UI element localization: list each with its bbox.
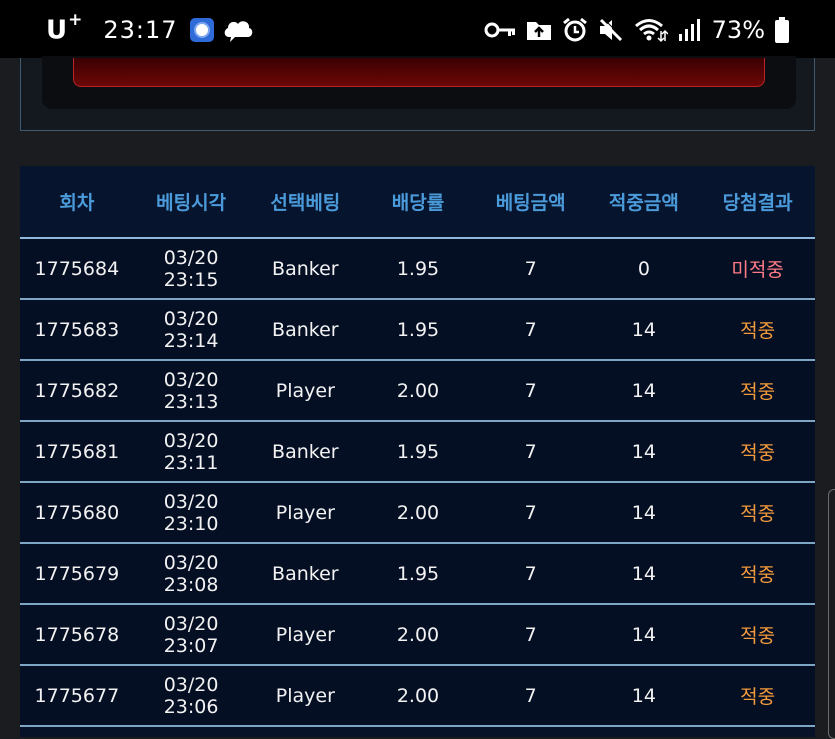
cell-result: 적중 [700, 360, 815, 422]
cell-win-amount: 14 [587, 665, 701, 727]
carrier-label: U+ [46, 10, 84, 46]
cell-bet-time: 03/20 23:07 [133, 604, 249, 666]
table-row: 1775682 03/20 23:13 Player 2.00 7 14 적중 [20, 360, 815, 422]
red-action-button[interactable] [73, 58, 765, 87]
header-result: 당첨결과 [700, 166, 815, 239]
cell-result: 미적중 [700, 238, 815, 300]
cell-odds: 1.95 [362, 543, 474, 605]
status-bar: U+ 23:17 73% [0, 0, 835, 58]
cell-round: 1775679 [20, 543, 134, 605]
table-row: 1775681 03/20 23:11 Banker 1.95 7 14 적중 [20, 421, 815, 483]
cell-bet-amount: 7 [473, 482, 588, 544]
cell-odds: 2.00 [362, 665, 474, 727]
cell-odds: 1.95 [362, 299, 474, 361]
cell-result: 적중 [700, 299, 815, 361]
cell-result: 적중 [700, 543, 815, 605]
cell-pick: Banker [248, 421, 363, 483]
key-icon [484, 22, 515, 38]
cell-result: 적중 [700, 604, 815, 666]
cell-bet-time: 03/20 23:13 [133, 360, 249, 422]
cell-result: 적중 [700, 482, 815, 544]
header-bet-amount: 베팅금액 [473, 166, 588, 239]
cell-bet-time: 03/20 23:15 [133, 238, 249, 300]
cell-round: 1775683 [20, 299, 134, 361]
table-row: 1775684 03/20 23:15 Banker 1.95 7 0 미적중 [20, 238, 815, 300]
scrollbar-thumb[interactable] [828, 489, 835, 739]
table-row: 1775680 03/20 23:10 Player 2.00 7 14 적중 [20, 482, 815, 544]
cell-win-amount: 14 [587, 421, 701, 483]
cell-win-amount: 14 [587, 604, 701, 666]
cloud-chat-icon [224, 21, 252, 42]
cell-result: 적중 [700, 665, 815, 727]
cell-bet-time: 03/20 23:10 [133, 482, 249, 544]
cell-round: 1775680 [20, 482, 134, 544]
mute-icon [599, 18, 624, 42]
table-row: 1775678 03/20 23:07 Player 2.00 7 14 적중 [20, 604, 815, 666]
cell-pick: Player [248, 604, 363, 666]
cell-pick: Banker [248, 543, 363, 605]
cell-odds: 2.00 [362, 482, 474, 544]
folder-upload-icon [526, 22, 551, 40]
cell-round: 1775678 [20, 604, 134, 666]
cell-bet-time: 03/20 23:08 [133, 543, 249, 605]
cell-win-amount: 0 [587, 238, 701, 300]
clock: 23:17 [103, 16, 178, 44]
cell-round: 1775682 [20, 360, 134, 422]
cell-odds: 1.95 [362, 238, 474, 300]
cell-bet-amount: 7 [473, 360, 588, 422]
status-bar-left: U+ 23:17 [46, 10, 254, 46]
table-row: 1775683 03/20 23:14 Banker 1.95 7 14 적중 [20, 299, 815, 361]
table-header-row: 회차 베팅시각 선택베팅 배당률 베팅금액 적중금액 당첨결과 [20, 166, 815, 239]
cell-win-amount: 14 [587, 543, 701, 605]
top-panel [20, 56, 815, 131]
cell-bet-amount: 7 [473, 421, 588, 483]
cell-odds: 2.00 [362, 360, 474, 422]
cell-bet-amount: 7 [473, 238, 588, 300]
table-row: 1775679 03/20 23:08 Banker 1.95 7 14 적중 [20, 543, 815, 605]
app-badge-icon [189, 18, 214, 42]
bet-history-table: 회차 베팅시각 선택베팅 배당률 베팅금액 적중금액 당첨결과 1775684 0… [20, 166, 815, 737]
cell-pick: Player [248, 360, 363, 422]
wifi-icon [634, 19, 668, 43]
table-row: 1775677 03/20 23:06 Player 2.00 7 14 적중 [20, 665, 815, 727]
alarm-icon [562, 17, 587, 42]
cell-bet-amount: 7 [473, 543, 588, 605]
battery-percent: 73% [711, 16, 765, 44]
cell-round: 1775681 [20, 421, 134, 483]
cell-pick: Banker [248, 238, 363, 300]
header-odds: 배당률 [362, 166, 474, 239]
cell-bet-time: 03/20 23:06 [133, 665, 249, 727]
battery-icon [775, 17, 789, 43]
cell-bet-amount: 7 [473, 604, 588, 666]
cell-bet-time: 03/20 23:11 [133, 421, 249, 483]
cell-bet-amount: 7 [473, 665, 588, 727]
status-bar-right: 73% [484, 14, 789, 46]
header-win-amount: 적중금액 [587, 166, 701, 239]
cell-win-amount: 14 [587, 299, 701, 361]
cell-pick: Banker [248, 299, 363, 361]
signal-icon [678, 19, 700, 41]
cell-win-amount: 14 [587, 482, 701, 544]
cell-pick: Player [248, 665, 363, 727]
cell-bet-amount: 7 [473, 299, 588, 361]
cell-pick: Player [248, 482, 363, 544]
cell-round: 1775684 [20, 238, 134, 300]
cell-odds: 1.95 [362, 421, 474, 483]
header-round: 회차 [20, 166, 134, 239]
header-bet-time: 베팅시각 [133, 166, 249, 239]
cell-result: 적중 [700, 421, 815, 483]
cell-bet-time: 03/20 23:14 [133, 299, 249, 361]
header-pick: 선택베팅 [248, 166, 363, 239]
cell-odds: 2.00 [362, 604, 474, 666]
cell-win-amount: 14 [587, 360, 701, 422]
cell-round: 1775677 [20, 665, 134, 727]
